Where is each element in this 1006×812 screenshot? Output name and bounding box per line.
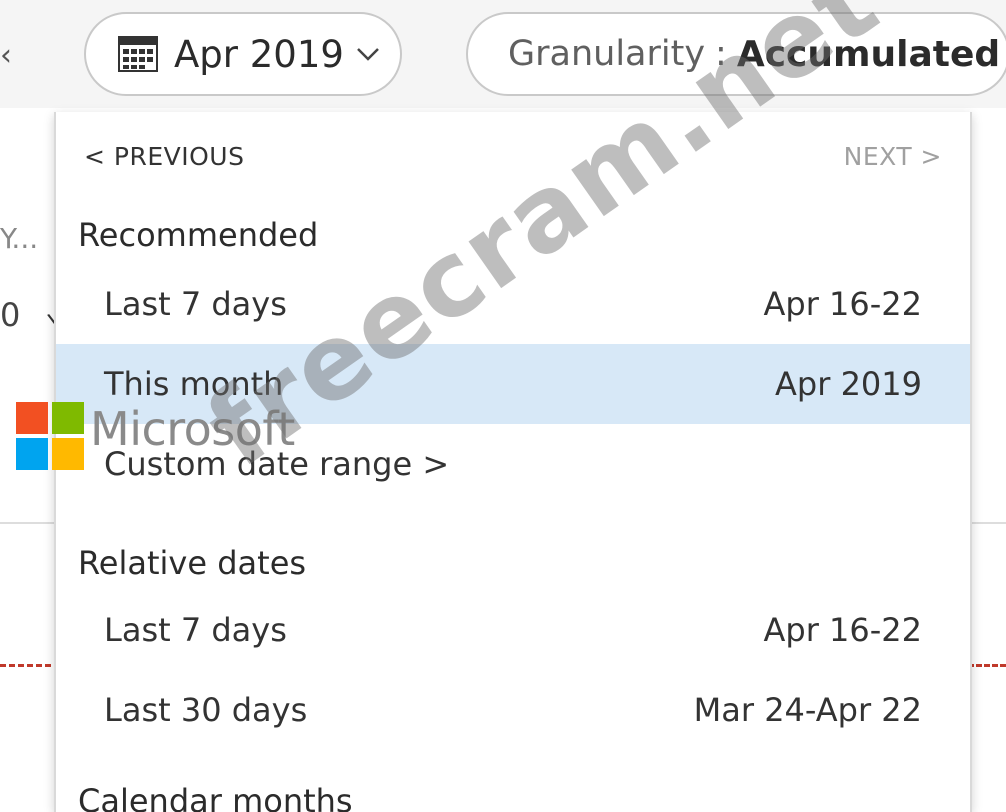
- option-range: Mar 24-Apr 22: [693, 691, 922, 729]
- logo-square-red: [16, 402, 48, 434]
- background-truncated-label: Y...: [0, 222, 39, 255]
- logo-square-green: [52, 402, 84, 434]
- logo-square-blue: [16, 438, 48, 470]
- option-range: Apr 16-22: [763, 611, 922, 649]
- section-header-calendar-months: Calendar months: [78, 782, 353, 812]
- option-relative-last-7-days[interactable]: Last 7 days Apr 16-22: [56, 590, 970, 670]
- budget-line-right: [968, 664, 1006, 667]
- logo-square-yellow: [52, 438, 84, 470]
- calendar-icon: [118, 36, 158, 72]
- background-digit: 0: [0, 296, 21, 334]
- section-header-relative-dates: Relative dates: [78, 544, 307, 582]
- previous-button[interactable]: < PREVIOUS: [84, 142, 244, 171]
- section-header-recommended: Recommended: [78, 216, 319, 254]
- next-button[interactable]: NEXT >: [844, 142, 942, 171]
- chevron-down-icon: [357, 48, 379, 61]
- option-label: Last 30 days: [104, 691, 308, 729]
- option-range: Apr 2019: [775, 365, 922, 403]
- date-picker-label: Apr 2019: [174, 32, 344, 76]
- budget-line-left: [0, 664, 60, 667]
- chevron-down-icon[interactable]: ‹: [0, 38, 12, 73]
- option-label: Last 7 days: [104, 285, 287, 323]
- option-label: Last 7 days: [104, 611, 287, 649]
- option-range: Apr 16-22: [763, 285, 922, 323]
- microsoft-logo: [16, 402, 84, 470]
- date-picker-button[interactable]: Apr 2019: [84, 12, 402, 96]
- option-last-30-days[interactable]: Last 30 days Mar 24-Apr 22: [56, 670, 970, 750]
